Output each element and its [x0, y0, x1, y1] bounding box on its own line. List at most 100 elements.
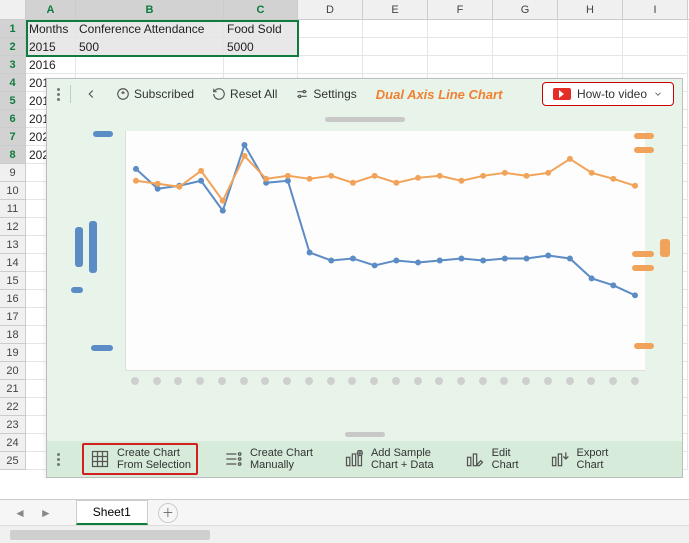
chart-zone — [47, 109, 682, 443]
settings-button[interactable]: Settings — [290, 84, 361, 104]
cell-H2[interactable] — [558, 38, 623, 56]
video-label: How-to video — [577, 87, 647, 101]
create-manually-button[interactable]: Create ChartManually — [216, 444, 319, 474]
cell-I1[interactable] — [623, 20, 688, 38]
row-header-19[interactable]: 19 — [0, 344, 26, 362]
row-header-9[interactable]: 9 — [0, 164, 26, 182]
col-header-D[interactable]: D — [298, 0, 363, 19]
drag-handle-icon[interactable] — [55, 453, 64, 466]
row-header-11[interactable]: 11 — [0, 200, 26, 218]
row-header-17[interactable]: 17 — [0, 308, 26, 326]
column-headers: ABCDEFGHI — [0, 0, 689, 20]
settings-label: Settings — [313, 87, 356, 101]
cell-F2[interactable] — [428, 38, 493, 56]
row-header-7[interactable]: 7 — [0, 128, 26, 146]
sheet-tab-active[interactable]: Sheet1 — [76, 500, 148, 525]
cell-D1[interactable] — [298, 20, 363, 38]
drag-bar-bottom[interactable] — [345, 432, 385, 437]
cell-E3[interactable] — [363, 56, 428, 74]
sheet-tab-bar: ◄ ► Sheet1 ＋ — [0, 499, 689, 525]
divider — [70, 85, 71, 103]
row-header-10[interactable]: 10 — [0, 182, 26, 200]
sheet-prev-icon[interactable]: ◄ — [14, 506, 26, 520]
horizontal-scrollbar[interactable] — [0, 525, 689, 543]
cell-C2[interactable]: 5000 — [224, 38, 298, 56]
cell-A2[interactable]: 2015 — [26, 38, 76, 56]
cell-A3[interactable]: 2016 — [26, 56, 76, 74]
cell-E2[interactable] — [363, 38, 428, 56]
row-header-12[interactable]: 12 — [0, 218, 26, 236]
drag-bar-top[interactable] — [325, 117, 405, 122]
chart-title: Dual Axis Line Chart — [376, 87, 503, 102]
add-sample-button[interactable]: Add SampleChart + Data — [337, 444, 440, 474]
col-header-C[interactable]: C — [224, 0, 298, 19]
row-header-22[interactable]: 22 — [0, 398, 26, 416]
row-header-18[interactable]: 18 — [0, 326, 26, 344]
row-header-3[interactable]: 3 — [0, 56, 26, 74]
reset-button[interactable]: Reset All — [207, 84, 282, 104]
cell-F3[interactable] — [428, 56, 493, 74]
row-header-1[interactable]: 1 — [0, 20, 26, 38]
col-header-E[interactable]: E — [363, 0, 428, 19]
cell-D2[interactable] — [298, 38, 363, 56]
subscribed-button[interactable]: Subscribed — [111, 84, 199, 104]
youtube-icon — [553, 88, 571, 100]
cell-C3[interactable] — [224, 56, 298, 74]
cell-B2[interactable]: 500 — [76, 38, 224, 56]
cell-D3[interactable] — [298, 56, 363, 74]
right-axis-markers — [626, 131, 672, 371]
cell-I3[interactable] — [623, 56, 688, 74]
row-header-5[interactable]: 5 — [0, 92, 26, 110]
row-header-24[interactable]: 24 — [0, 434, 26, 452]
cell-G2[interactable] — [493, 38, 558, 56]
subscribed-label: Subscribed — [134, 87, 194, 101]
col-header-H[interactable]: H — [558, 0, 623, 19]
row-header-13[interactable]: 13 — [0, 236, 26, 254]
row-header-25[interactable]: 25 — [0, 452, 26, 470]
col-header-B[interactable]: B — [76, 0, 224, 19]
col-header-A[interactable]: A — [26, 0, 76, 19]
export-chart-button[interactable]: ExportChart — [543, 444, 615, 474]
row-header-6[interactable]: 6 — [0, 110, 26, 128]
col-header-G[interactable]: G — [493, 0, 558, 19]
cell-C1[interactable]: Food Sold — [224, 20, 298, 38]
chart-addin-panel: Subscribed Reset All Settings Dual Axis … — [46, 78, 683, 478]
chevron-down-icon — [653, 89, 663, 99]
action-bar: Create ChartFrom Selection Create ChartM… — [47, 441, 682, 477]
select-all-corner[interactable] — [0, 0, 26, 19]
cell-H3[interactable] — [558, 56, 623, 74]
add-sheet-button[interactable]: ＋ — [158, 503, 178, 523]
back-button[interactable] — [79, 84, 103, 104]
left-axis-markers — [71, 131, 117, 371]
chart-plot[interactable] — [125, 131, 645, 371]
drag-handle-icon[interactable] — [55, 88, 62, 101]
x-axis-dots — [125, 377, 645, 389]
howto-video-button[interactable]: How-to video — [542, 82, 674, 106]
cell-F1[interactable] — [428, 20, 493, 38]
row-header-20[interactable]: 20 — [0, 362, 26, 380]
row-header-4[interactable]: 4 — [0, 74, 26, 92]
row-header-15[interactable]: 15 — [0, 272, 26, 290]
row-header-8[interactable]: 8 — [0, 146, 26, 164]
scrollbar-thumb[interactable] — [10, 530, 210, 540]
row-header-16[interactable]: 16 — [0, 290, 26, 308]
cell-G3[interactable] — [493, 56, 558, 74]
col-header-I[interactable]: I — [623, 0, 688, 19]
create-from-selection-button[interactable]: Create ChartFrom Selection — [82, 443, 198, 475]
cell-B3[interactable] — [76, 56, 224, 74]
cell-H1[interactable] — [558, 20, 623, 38]
cell-G1[interactable] — [493, 20, 558, 38]
row-header-23[interactable]: 23 — [0, 416, 26, 434]
row-header-2[interactable]: 2 — [0, 38, 26, 56]
sheet-nav: ◄ ► — [0, 506, 66, 520]
edit-chart-button[interactable]: EditChart — [458, 444, 525, 474]
row-header-14[interactable]: 14 — [0, 254, 26, 272]
cell-A1[interactable]: Months — [26, 20, 76, 38]
cell-E1[interactable] — [363, 20, 428, 38]
cell-B1[interactable]: Conference Attendance — [76, 20, 224, 38]
cell-I2[interactable] — [623, 38, 688, 56]
row-header-21[interactable]: 21 — [0, 380, 26, 398]
sheet-next-icon[interactable]: ► — [40, 506, 52, 520]
reset-label: Reset All — [230, 87, 277, 101]
col-header-F[interactable]: F — [428, 0, 493, 19]
